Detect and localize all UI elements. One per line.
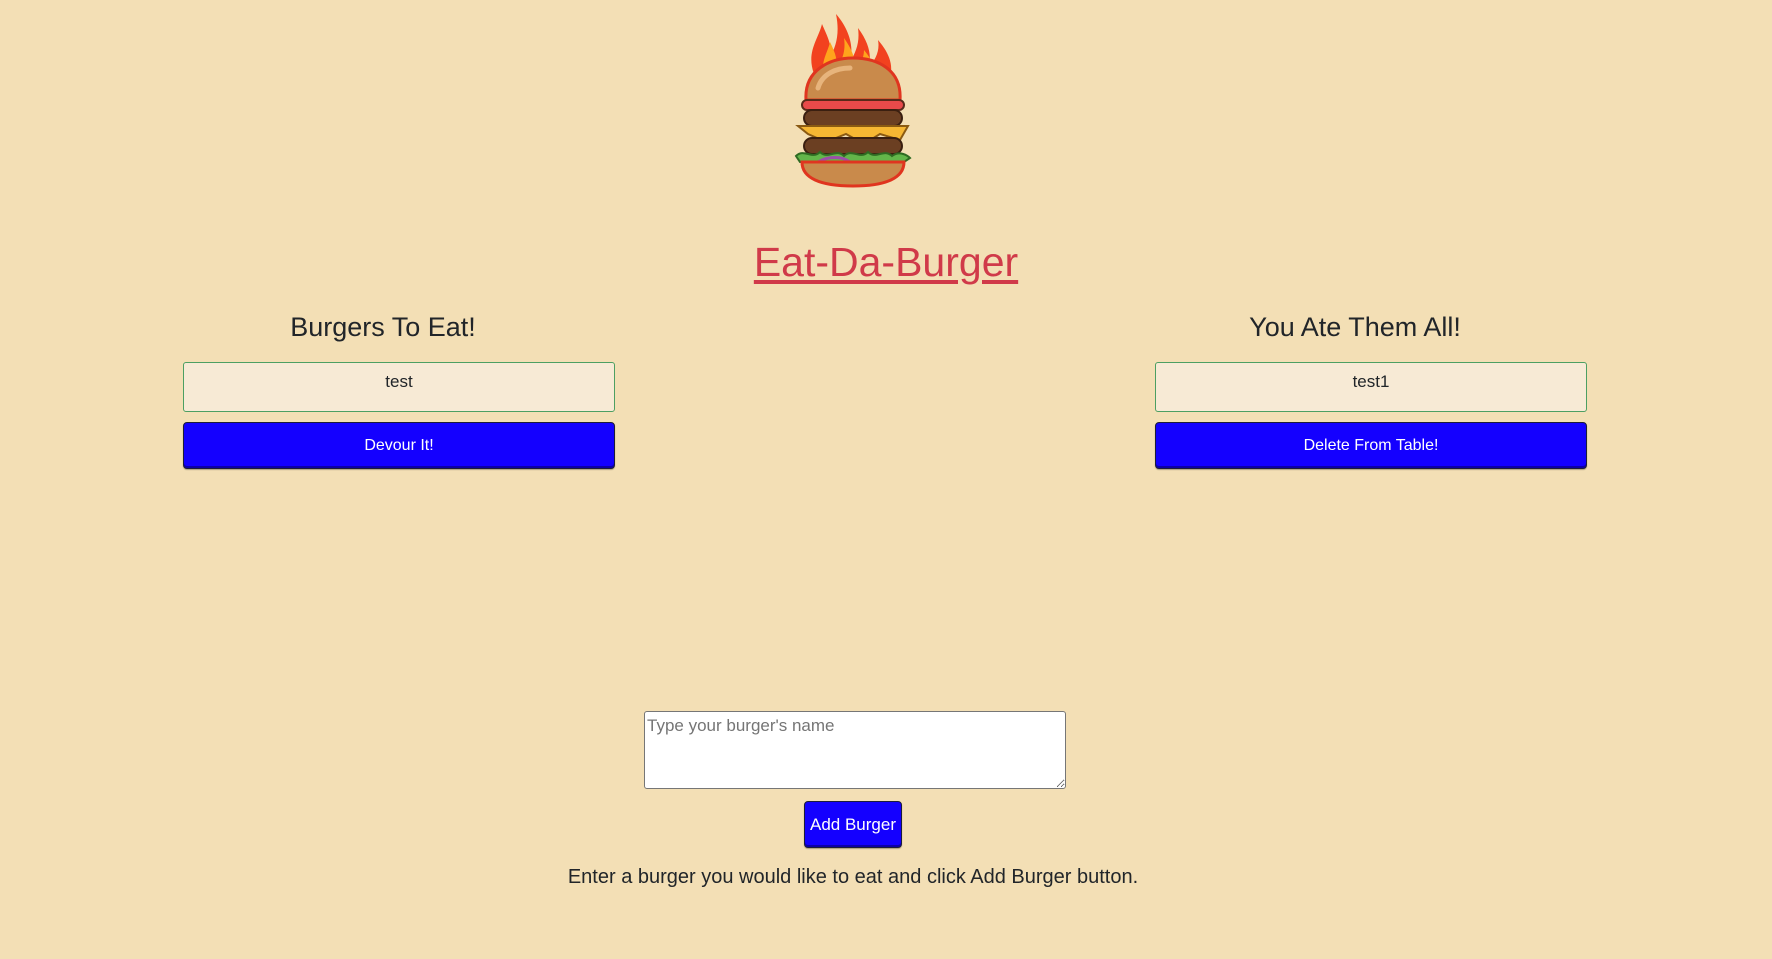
- delete-button[interactable]: Delete From Table!: [1155, 422, 1587, 469]
- burger-item: test: [183, 362, 615, 412]
- page-title[interactable]: Eat-Da-Burger: [0, 236, 1772, 288]
- instructions-text: Enter a burger you would like to eat and…: [567, 866, 1139, 888]
- eaten-heading: You Ate Them All!: [1249, 312, 1461, 342]
- flaming-burger-icon: [794, 14, 912, 188]
- eaten-burger-item: test1: [1155, 362, 1587, 412]
- add-burger-form: [644, 711, 1066, 789]
- devour-button[interactable]: Devour It!: [183, 422, 615, 469]
- burgers-to-eat-column: Burgers To Eat! test Devour It!: [183, 308, 615, 469]
- add-burger-button[interactable]: Add Burger: [804, 801, 902, 848]
- eaten-burgers-column: You Ate Them All! test1 Delete From Tabl…: [1155, 308, 1587, 469]
- to-eat-heading: Burgers To Eat!: [290, 312, 476, 342]
- burger-name-input[interactable]: [644, 711, 1066, 789]
